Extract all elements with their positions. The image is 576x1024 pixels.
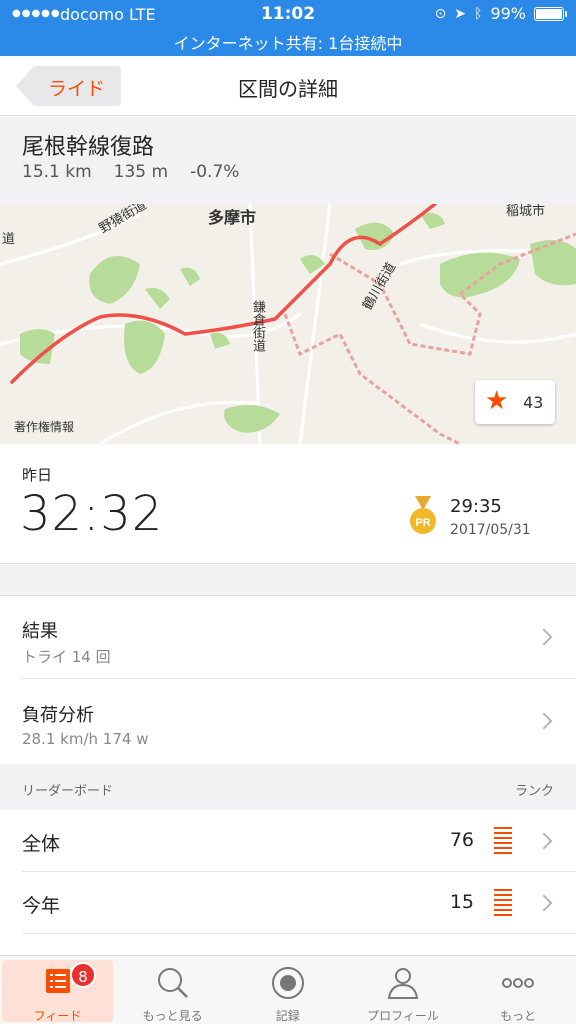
tab-record[interactable]: 記録	[230, 956, 345, 1024]
map-label-city: 稲城市	[506, 204, 546, 219]
results-row[interactable]: 結果 トライ 14 回	[0, 597, 576, 679]
leaderboard-row-label: 今年	[22, 895, 61, 917]
results-title: 結果	[22, 621, 58, 642]
profile-icon	[345, 966, 460, 1000]
location-arrow-icon: ➤	[454, 5, 467, 22]
analysis-title: 負荷分析	[22, 705, 94, 726]
tab-profile[interactable]: プロフィール	[345, 956, 460, 1024]
chevron-right-icon	[535, 832, 553, 850]
segment-distance: 15.1 km	[22, 162, 92, 182]
segment-grade: -0.7%	[190, 162, 240, 182]
chevron-right-icon	[535, 628, 553, 646]
star-segment-button[interactable]: ★ 43	[475, 380, 555, 424]
map-label-road: 鎌倉街道	[250, 300, 265, 352]
page-title: 区間の詳細	[238, 77, 338, 101]
chevron-right-icon	[535, 894, 553, 912]
leaderboard-title: リーダーボード	[22, 784, 114, 799]
tab-bar: 8 フィード もっと見る 記録 プロフィール もっと	[0, 955, 576, 1024]
chevron-right-icon	[535, 712, 553, 730]
map-copyright-link[interactable]: 著作権情報	[14, 418, 74, 435]
map-label-road: 道	[2, 232, 16, 247]
effort-time: 32:32	[20, 486, 164, 542]
battery-percent: 99%	[490, 4, 526, 23]
segment-stats: 15.1 km 135 m -0.7%	[22, 162, 239, 182]
more-icon	[461, 966, 576, 1000]
status-bar: ●●●●● docomo LTE 11:02 ⊙ ➤ ᛒ 99% インターネット…	[0, 0, 576, 56]
segment-elevation: 135 m	[113, 162, 169, 182]
nav-bar: ライド 区間の詳細	[0, 56, 576, 116]
pr-date: 2017/05/31	[450, 522, 531, 538]
tab-label: 記録	[275, 1009, 300, 1023]
hotspot-banner[interactable]: インターネット共有: 1台接続中	[0, 30, 576, 54]
search-icon	[115, 966, 230, 1000]
divider	[22, 933, 576, 934]
segment-name: 尾根幹線復路	[22, 135, 155, 160]
tab-label: もっと	[500, 1009, 537, 1023]
rank-bars-icon	[494, 827, 512, 855]
tab-label: もっと見る	[142, 1009, 203, 1023]
feed-icon	[2, 966, 113, 1000]
battery-icon	[534, 6, 567, 21]
effort-date: 昨日	[22, 466, 53, 484]
leaderboard-row-rank: 15	[449, 891, 474, 913]
record-icon	[230, 966, 345, 1000]
pr-badge-text: PR	[415, 517, 430, 529]
notification-badge: 8	[70, 962, 96, 988]
segment-header: 尾根幹線復路 15.1 km 135 m -0.7%	[0, 117, 576, 204]
rank-bars-icon	[494, 889, 512, 917]
tab-explore[interactable]: もっと見る	[115, 956, 230, 1024]
tab-more[interactable]: もっと	[461, 956, 576, 1024]
bluetooth-icon: ᛒ	[474, 5, 483, 22]
pr-medal-icon: PR	[410, 496, 436, 534]
analysis-row[interactable]: 負荷分析 28.1 km/h 174 w	[0, 679, 576, 764]
tab-label: フィード	[33, 1009, 82, 1023]
star-count: 43	[523, 393, 544, 412]
leaderboard-row-rank: 76	[449, 829, 474, 851]
leaderboard-row-overall[interactable]: 全体 76	[0, 810, 576, 872]
star-icon: ★	[485, 386, 509, 416]
rank-column-label: ランク	[514, 784, 554, 799]
leaderboard-row-this-year[interactable]: 今年 15	[0, 872, 576, 934]
tab-feed[interactable]: 8 フィード	[2, 960, 113, 1023]
effort-summary: 昨日 32:32 PR 29:35 2017/05/31	[0, 444, 576, 564]
section-gap	[0, 564, 576, 596]
pr-time: 29:35	[450, 496, 502, 517]
map-label-city: 多摩市	[208, 208, 257, 227]
results-subtitle: トライ 14 回	[22, 648, 111, 666]
analysis-subtitle: 28.1 km/h 174 w	[22, 730, 149, 748]
leaderboard-header: リーダーボード ランク	[0, 764, 576, 810]
tab-label: プロフィール	[367, 1009, 439, 1023]
leaderboard-row-label: 全体	[22, 833, 61, 855]
rotation-lock-icon: ⊙	[434, 5, 447, 22]
